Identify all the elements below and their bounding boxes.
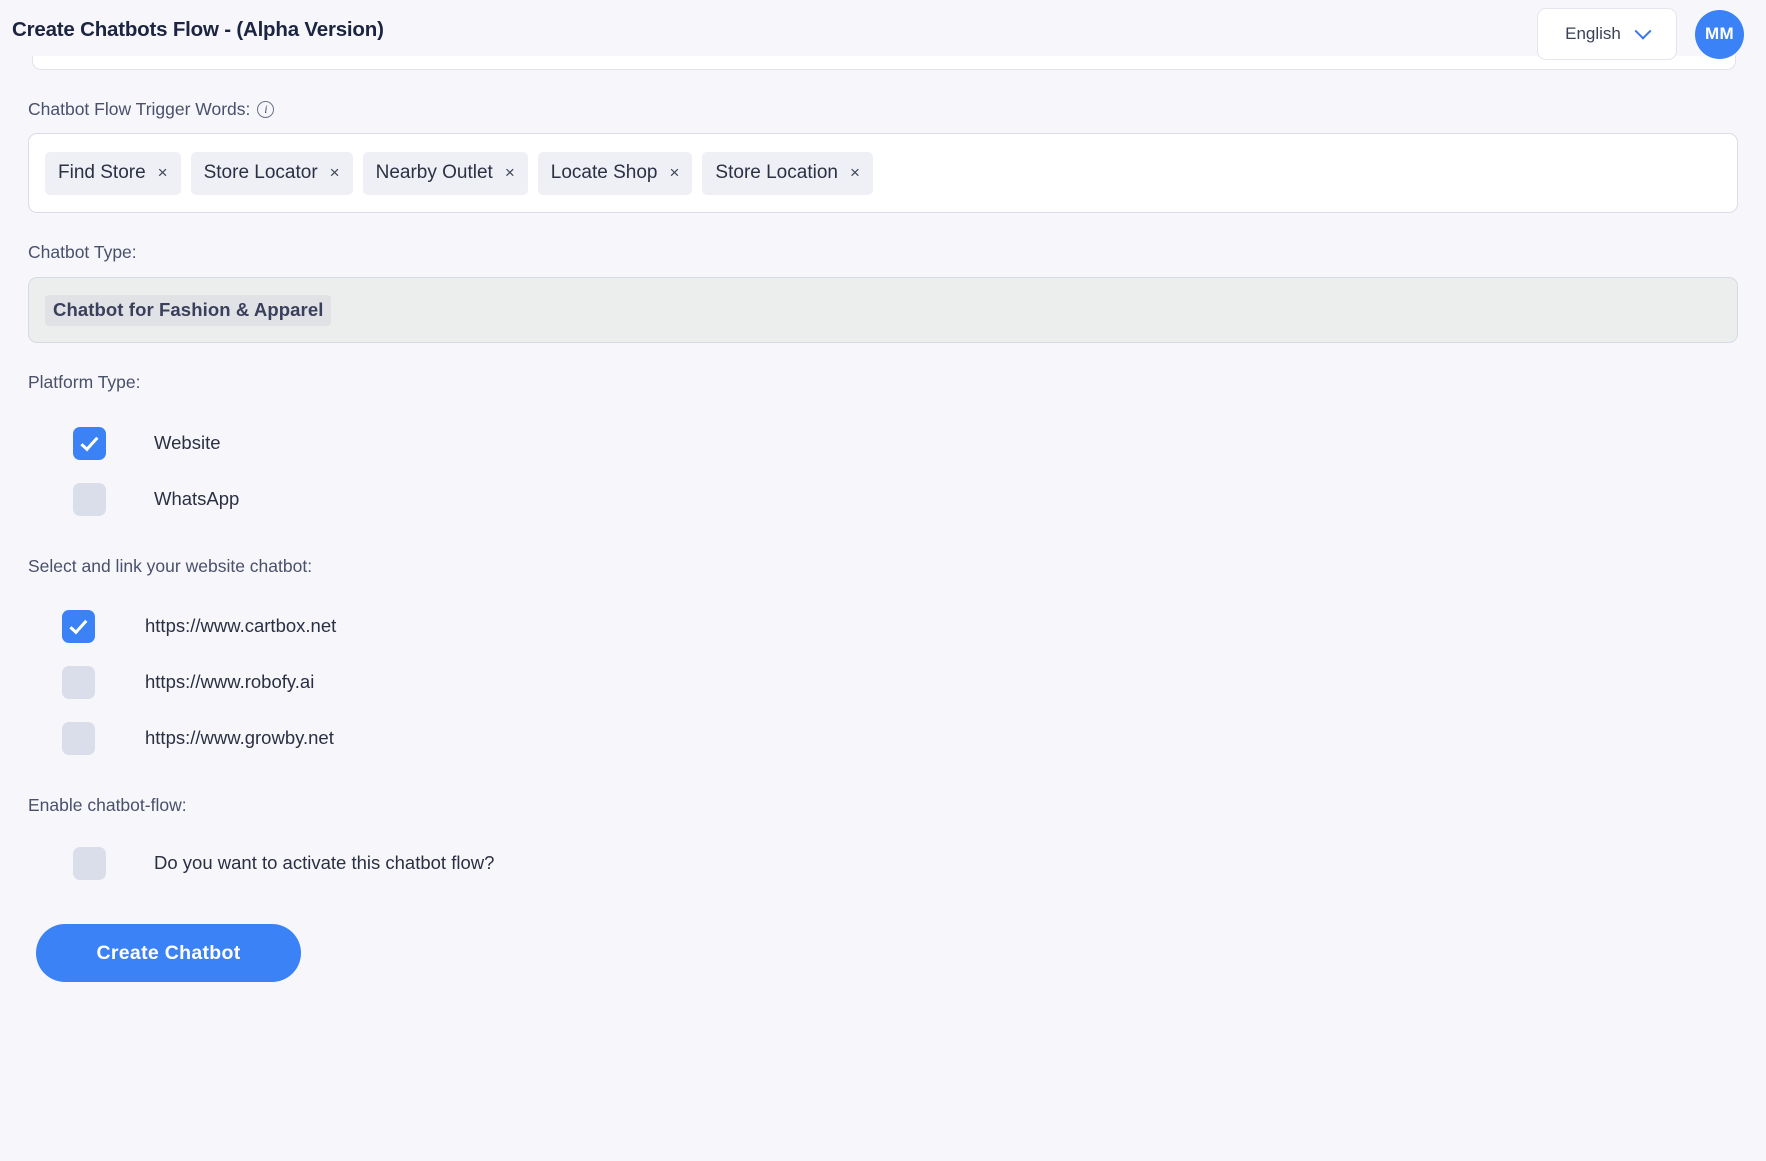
checkbox-unchecked-icon[interactable] <box>73 846 106 880</box>
remove-tag-icon[interactable]: × <box>330 164 340 181</box>
enable-flow-label: Enable chatbot-flow: <box>28 793 1738 817</box>
chevron-down-icon <box>1634 22 1652 40</box>
platform-type-label: Platform Type: <box>28 370 1738 394</box>
checkbox-checked-icon[interactable] <box>73 426 106 460</box>
app-header: Create Chatbots Flow - (Alpha Version) E… <box>0 0 1766 60</box>
tag-label: Find Store <box>58 161 146 183</box>
tag-label: Locate Shop <box>550 161 658 183</box>
website-chatbot-label: Select and link your website chatbot: <box>28 554 1738 578</box>
website-option-label: https://www.robofy.ai <box>145 671 315 692</box>
checkbox-unchecked-icon[interactable] <box>62 721 95 755</box>
chatbot-type-label: Chatbot Type: <box>28 240 1738 264</box>
website-option-row[interactable]: https://www.robofy.ai <box>28 654 1738 710</box>
platform-option-label: Website <box>154 432 221 453</box>
trigger-words-label-text: Chatbot Flow Trigger Words: <box>28 99 251 119</box>
language-select-value: English <box>1565 24 1621 43</box>
checkbox-unchecked-icon[interactable] <box>62 665 95 699</box>
website-option-label: https://www.growby.net <box>145 727 334 748</box>
chatbot-type-label-text: Chatbot Type: <box>28 242 137 262</box>
remove-tag-icon[interactable]: × <box>158 164 168 181</box>
tag-label: Store Location <box>715 161 838 183</box>
checkbox-checked-icon[interactable] <box>62 609 95 643</box>
avatar-initials: MM <box>1705 24 1734 43</box>
website-option-row[interactable]: https://www.cartbox.net <box>28 598 1738 654</box>
website-chatbot-label-text: Select and link your website chatbot: <box>28 556 313 576</box>
trigger-words-input[interactable]: Find Store × Store Locator × Nearby Outl… <box>28 133 1738 213</box>
chatbot-type-value: Chatbot for Fashion & Apparel <box>45 294 332 326</box>
enable-flow-options: Do you want to activate this chatbot flo… <box>28 836 1738 890</box>
checkbox-unchecked-icon[interactable] <box>73 482 106 516</box>
info-icon[interactable]: i <box>257 100 275 118</box>
tag-label: Store Locator <box>203 161 318 183</box>
platform-type-label-text: Platform Type: <box>28 372 141 392</box>
trigger-words-label: Chatbot Flow Trigger Words: i <box>28 97 1738 121</box>
header-actions: English MM <box>1537 8 1746 60</box>
form-content: Chatbot Flow Trigger Words: i Find Store… <box>0 56 1766 1161</box>
platform-option-whatsapp[interactable]: WhatsApp <box>28 471 1738 527</box>
enable-flow-option-label: Do you want to activate this chatbot flo… <box>154 852 495 873</box>
chatbot-type-field[interactable]: Chatbot for Fashion & Apparel <box>28 277 1738 343</box>
trigger-word-tag: Store Location × <box>702 151 873 195</box>
page-title: Create Chatbots Flow - (Alpha Version) <box>12 18 384 41</box>
tag-label: Nearby Outlet <box>375 161 493 183</box>
remove-tag-icon[interactable]: × <box>850 164 860 181</box>
platform-option-label: WhatsApp <box>154 488 240 509</box>
platform-type-options: Website WhatsApp <box>28 415 1738 527</box>
trigger-word-tag: Locate Shop × <box>537 151 693 195</box>
enable-flow-label-text: Enable chatbot-flow: <box>28 795 187 815</box>
remove-tag-icon[interactable]: × <box>505 164 515 181</box>
website-option-label: https://www.cartbox.net <box>145 615 337 636</box>
platform-option-website[interactable]: Website <box>28 415 1738 471</box>
previous-field-clipped <box>32 56 1736 70</box>
create-chatbot-button[interactable]: Create Chatbot <box>36 924 301 982</box>
enable-flow-option-row[interactable]: Do you want to activate this chatbot flo… <box>28 836 1738 890</box>
remove-tag-icon[interactable]: × <box>669 164 679 181</box>
website-option-row[interactable]: https://www.growby.net <box>28 710 1738 766</box>
trigger-word-tag: Nearby Outlet × <box>362 151 528 195</box>
avatar[interactable]: MM <box>1695 9 1744 59</box>
trigger-word-tag: Store Locator × <box>190 151 353 195</box>
website-chatbot-options: https://www.cartbox.net https://www.robo… <box>28 598 1738 766</box>
info-icon-glyph: i <box>264 102 268 116</box>
trigger-word-tag: Find Store × <box>45 151 181 195</box>
language-select[interactable]: English <box>1537 8 1677 60</box>
